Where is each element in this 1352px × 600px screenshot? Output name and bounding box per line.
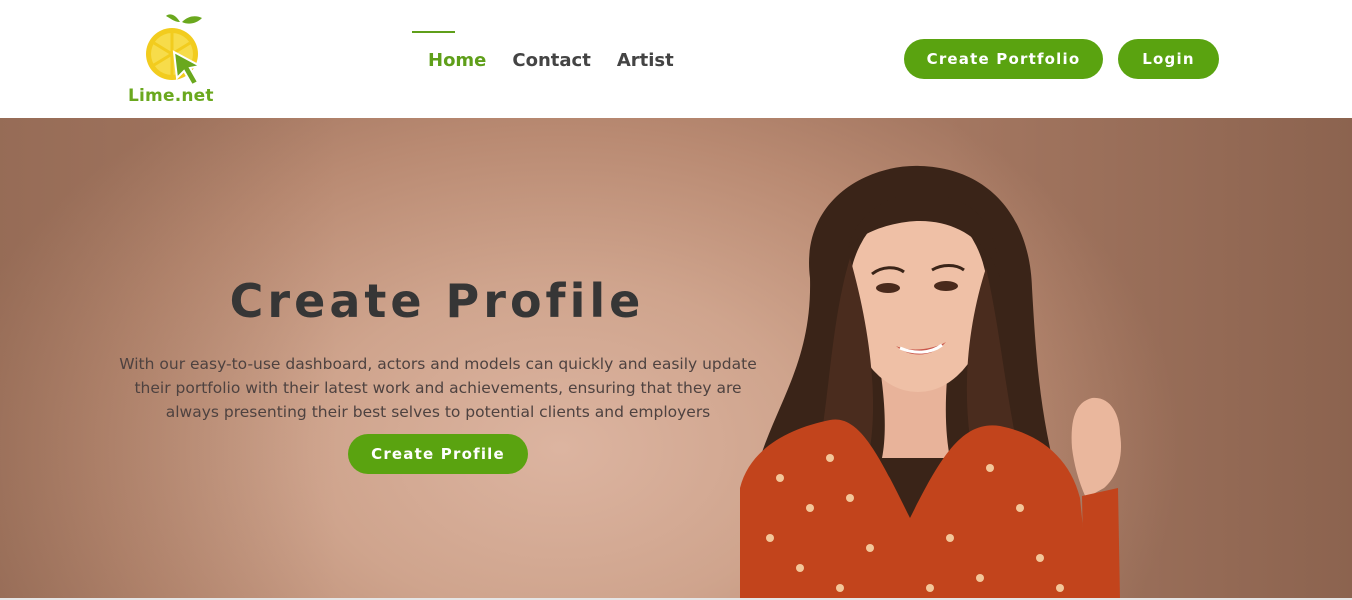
hero-description: With our easy-to-use dashboard, actors a… xyxy=(119,355,757,421)
hero-title: Create Profile xyxy=(229,274,645,328)
logo-text: Lime.net xyxy=(128,86,214,106)
lime-slice-cursor-icon xyxy=(146,14,203,87)
nav-item-contact[interactable]: Contact xyxy=(512,50,590,71)
nav-item-home[interactable]: Home xyxy=(411,30,486,71)
hero-section: Create Profile With our easy-to-use dash… xyxy=(0,118,1352,600)
create-portfolio-button[interactable]: Create Portfolio xyxy=(904,39,1103,79)
nav-item-artist[interactable]: Artist xyxy=(617,50,674,71)
site-header: Lime.net Home Contact Artist Create Port… xyxy=(0,0,1352,118)
hero-portrait-image xyxy=(740,165,1122,600)
create-profile-button[interactable]: Create Profile xyxy=(348,434,528,474)
main-nav: Home Contact Artist xyxy=(411,30,700,82)
logo[interactable]: Lime.net xyxy=(126,10,226,110)
login-button[interactable]: Login xyxy=(1118,39,1219,79)
